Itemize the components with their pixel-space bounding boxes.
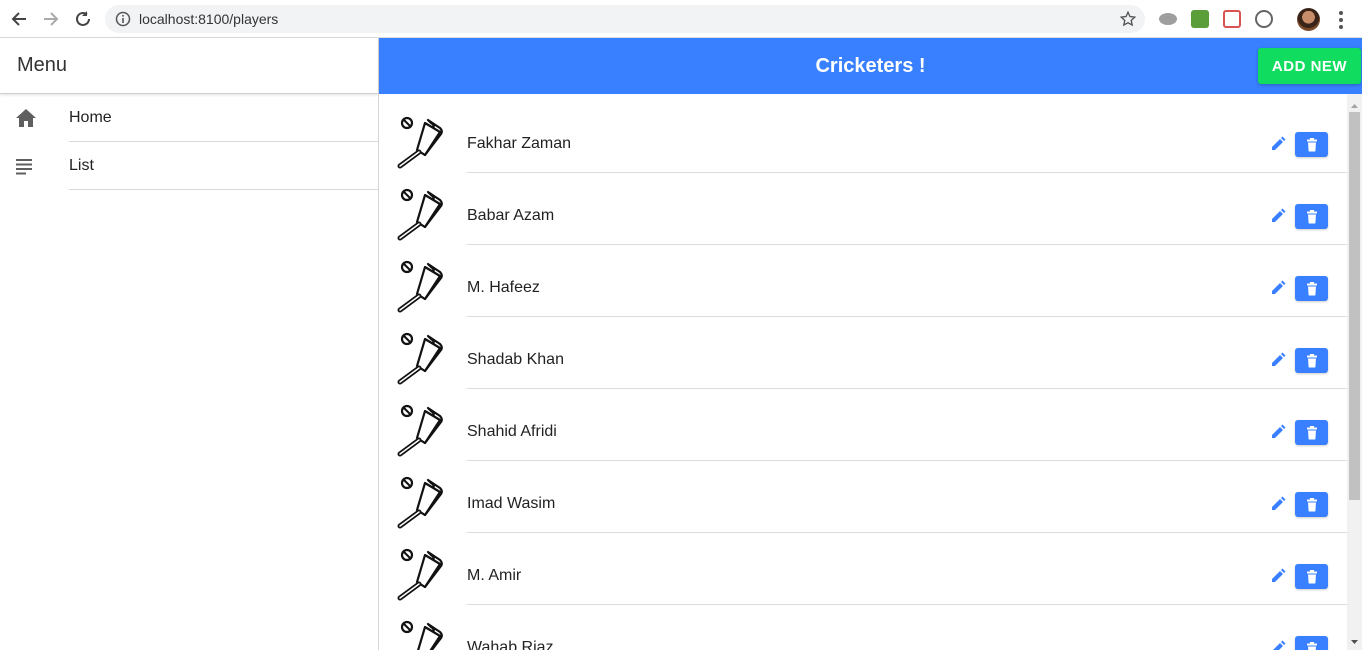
browser-toolbar: localhost:8100/players	[0, 0, 1362, 38]
cricket-bat-icon	[395, 547, 451, 603]
trash-icon	[1306, 497, 1318, 512]
edit-icon[interactable]	[1269, 639, 1287, 650]
extension-db-icon[interactable]	[1191, 10, 1209, 28]
scroll-up-arrow-icon[interactable]	[1347, 98, 1362, 108]
players-list: Fakhar Zaman Babar Azam M. Hafeez Shadab Kh…	[379, 94, 1347, 650]
edit-icon[interactable]	[1269, 279, 1287, 297]
list-item[interactable]: Fakhar Zaman	[379, 101, 1347, 173]
cricket-bat-icon	[395, 619, 451, 650]
add-new-button[interactable]: ADD NEW	[1258, 48, 1361, 84]
extension-circle-icon[interactable]	[1255, 10, 1273, 28]
player-name: Wahab Riaz	[467, 639, 554, 650]
address-bar[interactable]: localhost:8100/players	[105, 5, 1145, 33]
info-icon[interactable]	[115, 11, 131, 27]
home-icon	[15, 108, 37, 128]
reload-icon[interactable]	[73, 9, 93, 29]
scroll-down-arrow-icon[interactable]	[1347, 634, 1362, 644]
delete-button[interactable]	[1295, 420, 1328, 445]
edit-icon[interactable]	[1269, 495, 1287, 513]
trash-icon	[1306, 281, 1318, 296]
menu-item-home[interactable]: Home	[0, 94, 378, 142]
menu-item-label: List	[69, 157, 94, 174]
divider	[69, 189, 378, 190]
edit-icon[interactable]	[1269, 351, 1287, 369]
cricket-bat-icon	[395, 187, 451, 243]
menu-title: Menu	[17, 54, 68, 76]
url-text[interactable]: localhost:8100/players	[139, 11, 278, 27]
edit-icon[interactable]	[1269, 567, 1287, 585]
side-menu: Menu Home List	[0, 38, 379, 650]
trash-icon	[1306, 425, 1318, 440]
trash-icon	[1306, 137, 1318, 152]
player-name: Babar Azam	[467, 207, 555, 224]
delete-button[interactable]	[1295, 492, 1328, 517]
cricket-bat-icon	[395, 403, 451, 459]
forward-icon[interactable]	[41, 9, 61, 29]
list-icon	[15, 156, 37, 176]
delete-button[interactable]	[1295, 348, 1328, 373]
trash-icon	[1306, 569, 1318, 584]
player-name: M. Amir	[467, 567, 522, 584]
scrollbar[interactable]	[1347, 94, 1362, 650]
edit-icon[interactable]	[1269, 135, 1287, 153]
edit-icon[interactable]	[1269, 207, 1287, 225]
list-item[interactable]: Shahid Afridi	[379, 389, 1347, 461]
page-title: Cricketers !	[815, 55, 926, 77]
list-item[interactable]: M. Amir	[379, 533, 1347, 605]
cricket-bat-icon	[395, 115, 451, 171]
trash-icon	[1306, 641, 1318, 650]
bookmark-star-icon[interactable]	[1119, 10, 1137, 28]
extension-cloud-icon[interactable]	[1159, 13, 1177, 25]
profile-avatar[interactable]	[1297, 8, 1320, 31]
cricket-bat-icon	[395, 331, 451, 387]
back-icon[interactable]	[9, 9, 29, 29]
player-name: Shadab Khan	[467, 351, 564, 368]
player-name: Shahid Afridi	[467, 423, 557, 440]
menu-item-label: Home	[69, 109, 112, 126]
extension-pdf-icon[interactable]	[1223, 10, 1241, 28]
menu-item-list[interactable]: List	[0, 142, 378, 190]
list-item[interactable]: Wahab Riaz	[379, 605, 1347, 650]
delete-button[interactable]	[1295, 564, 1328, 589]
delete-button[interactable]	[1295, 636, 1328, 650]
edit-icon[interactable]	[1269, 423, 1287, 441]
delete-button[interactable]	[1295, 204, 1328, 229]
page-header: Cricketers ! ADD NEW	[379, 38, 1362, 94]
player-name: Imad Wasim	[467, 495, 556, 512]
list-item[interactable]: Babar Azam	[379, 173, 1347, 245]
scroll-thumb[interactable]	[1349, 112, 1360, 500]
list-item[interactable]: M. Hafeez	[379, 245, 1347, 317]
cricket-bat-icon	[395, 259, 451, 315]
delete-button[interactable]	[1295, 132, 1328, 157]
list-item[interactable]: Imad Wasim	[379, 461, 1347, 533]
player-name: Fakhar Zaman	[467, 135, 572, 152]
list-item[interactable]: Shadab Khan	[379, 317, 1347, 389]
trash-icon	[1306, 209, 1318, 224]
trash-icon	[1306, 353, 1318, 368]
player-name: M. Hafeez	[467, 279, 540, 296]
browser-menu-icon[interactable]	[1336, 11, 1346, 29]
menu-header: Menu	[0, 38, 378, 94]
delete-button[interactable]	[1295, 276, 1328, 301]
cricket-bat-icon	[395, 475, 451, 531]
